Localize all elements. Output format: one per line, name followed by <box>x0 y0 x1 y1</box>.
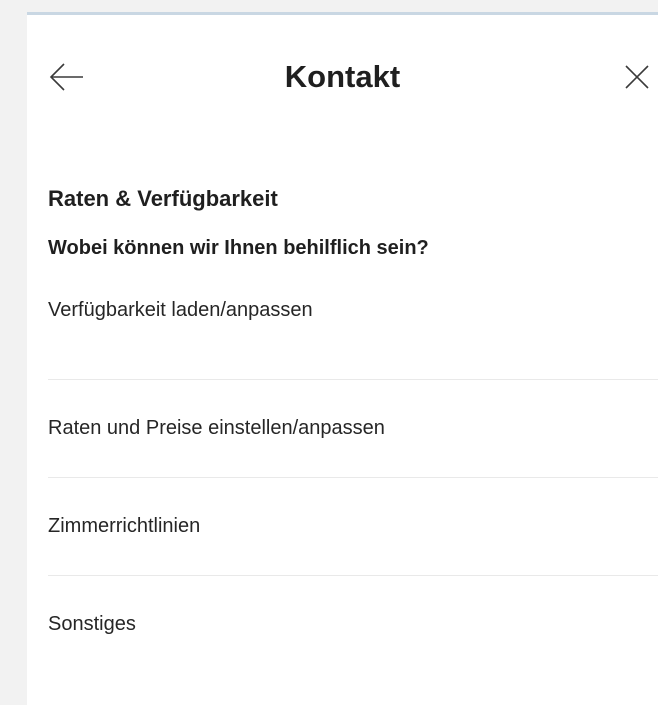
option-item-room-policies[interactable]: Zimmerrichtlinien <box>48 478 658 576</box>
close-button[interactable] <box>617 55 657 99</box>
option-list: Verfügbarkeit laden/anpassen Raten und P… <box>27 299 658 673</box>
section-title: Raten & Verfügbarkeit <box>48 186 278 211</box>
option-label: Verfügbarkeit laden/anpassen <box>48 299 313 321</box>
panel-header: Kontakt <box>27 15 658 135</box>
topic-section: Raten & Verfügbarkeit Wobei können wir I… <box>27 185 658 261</box>
section-subtitle: Wobei können wir Ihnen behilflich sein? <box>48 237 429 259</box>
option-label: Sonstiges <box>48 613 136 635</box>
option-item-other[interactable]: Sonstiges <box>48 576 658 673</box>
contact-panel: Kontakt Raten & Verfügbarkeit Wobei könn… <box>27 12 658 705</box>
page-title: Kontakt <box>284 59 401 94</box>
option-label: Raten und Preise einstellen/anpassen <box>48 417 385 439</box>
option-item-rates-prices[interactable]: Raten und Preise einstellen/anpassen <box>48 380 658 478</box>
close-icon <box>625 65 649 89</box>
option-item-availability[interactable]: Verfügbarkeit laden/anpassen <box>48 299 658 380</box>
option-label: Zimmerrichtlinien <box>48 515 201 537</box>
